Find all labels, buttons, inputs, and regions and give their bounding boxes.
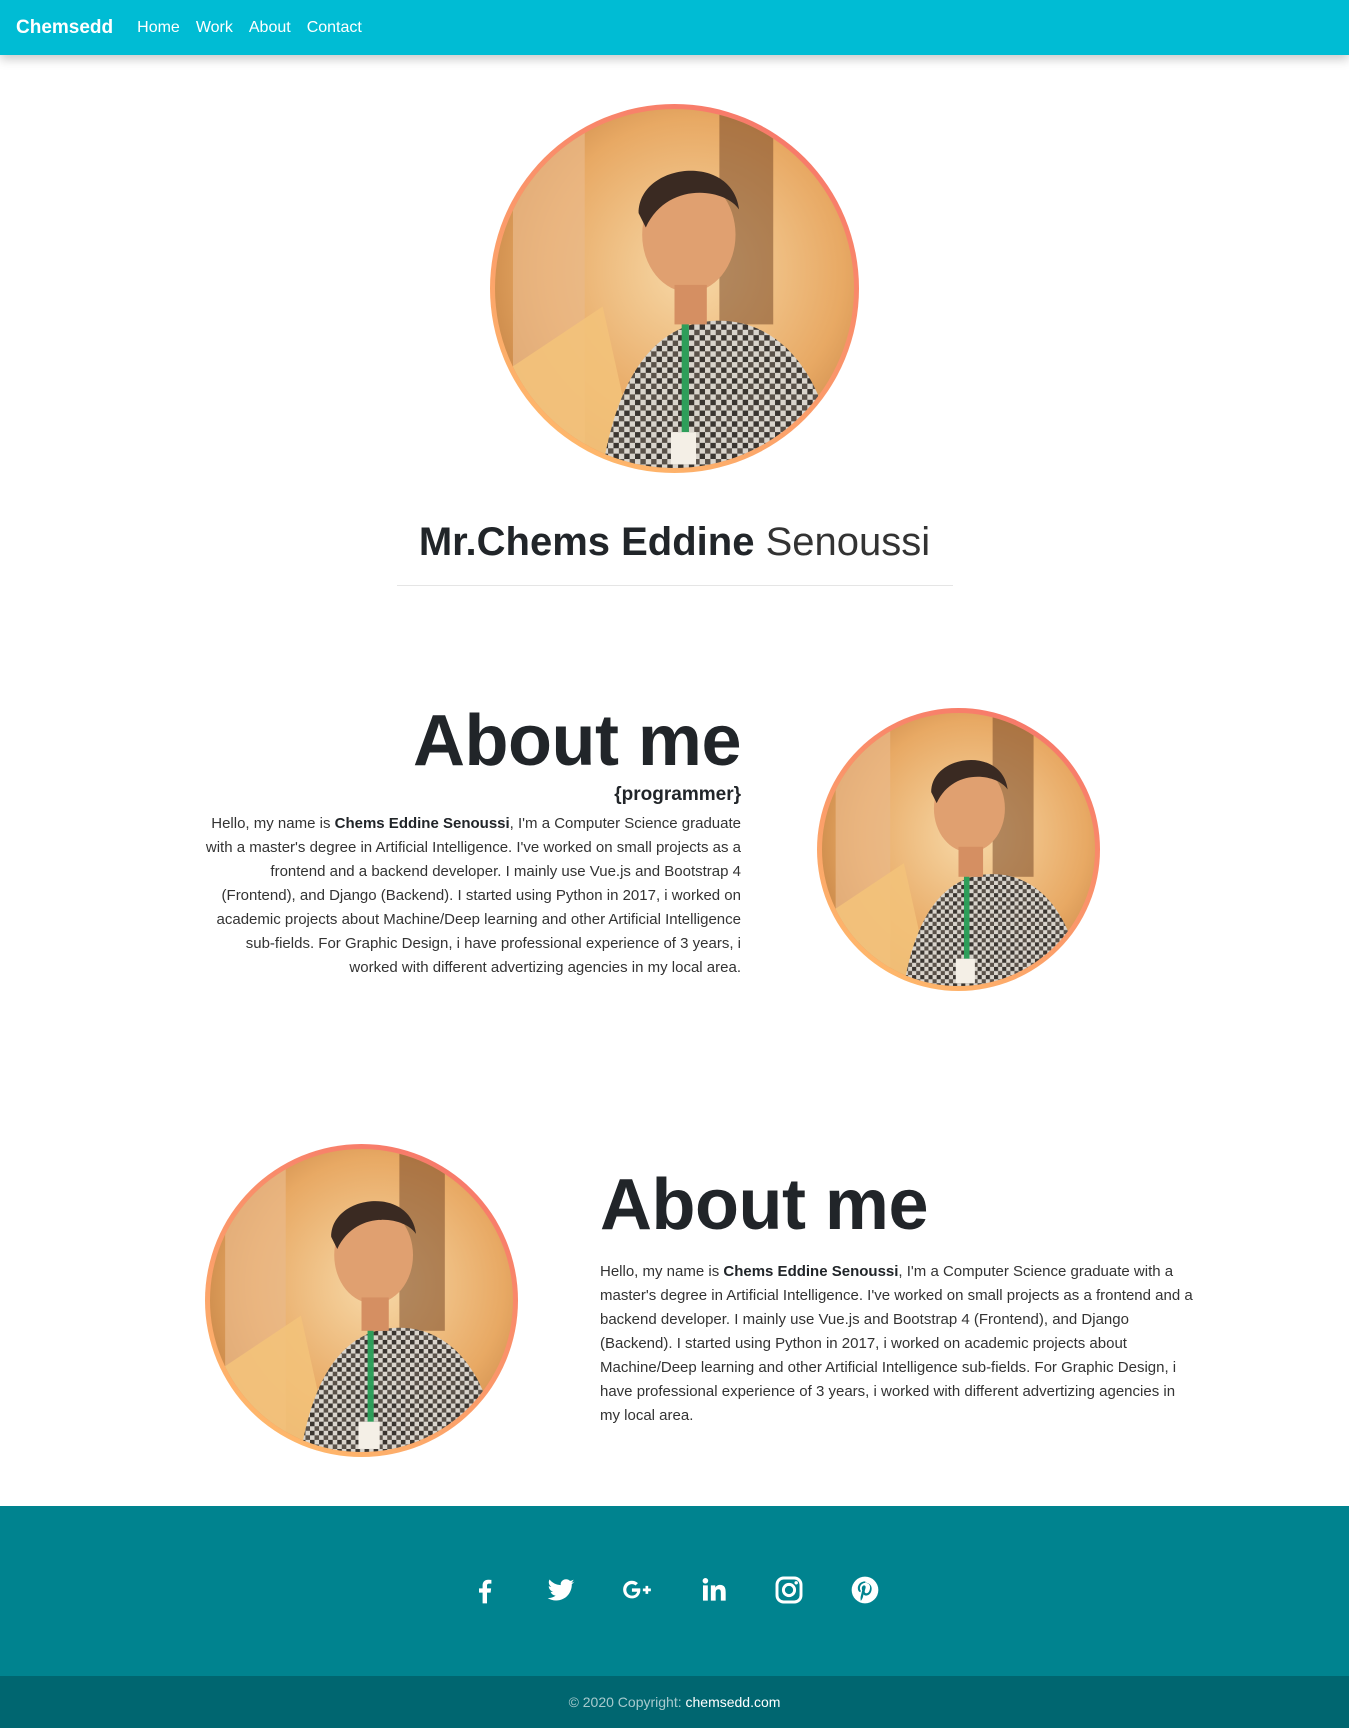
copyright-bar: © 2020 Copyright: chemsedd.com [0, 1676, 1349, 1728]
hero-name: Mr.Chems Eddine Senoussi [0, 520, 1349, 565]
about-title-secondary: About me [600, 1165, 928, 1245]
hero-name-first: Mr.Chems Eddine [418, 520, 755, 564]
nav-link-home[interactable]: Home [137, 19, 180, 37]
hero-divider [397, 585, 953, 586]
copyright-link[interactable]: chemsedd.com [686, 1694, 781, 1710]
nav-link-work[interactable]: Work [196, 19, 233, 37]
about-body-secondary: , I'm a Computer Science graduate with a… [600, 1263, 1193, 1424]
nav-link-contact[interactable]: Contact [307, 19, 362, 37]
about-intro: Hello, my name is [211, 815, 335, 832]
twitter-icon[interactable] [541, 1570, 581, 1610]
hero-avatar-photo [495, 109, 854, 468]
pinterest-icon[interactable] [845, 1570, 885, 1610]
brand-logo[interactable]: Chemsedd [16, 17, 113, 39]
about-subtitle: {programmer} [614, 784, 741, 805]
about-avatar-secondary [205, 1144, 518, 1457]
about-avatar-secondary-photo [210, 1149, 513, 1452]
google-plus-icon[interactable] [617, 1570, 657, 1610]
footer [0, 1506, 1349, 1676]
facebook-icon[interactable] [465, 1570, 505, 1610]
hero-name-last: Senoussi [765, 520, 931, 564]
about-section-primary: About me {programmer} Hello, my name is … [195, 700, 742, 980]
hero-avatar [490, 104, 859, 473]
about-section-secondary: About me Hello, my name is Chems Eddine … [600, 1164, 1195, 1428]
copyright-text: © 2020 Copyright: [568, 1694, 686, 1710]
about-paragraph-secondary: Hello, my name is Chems Eddine Senoussi,… [600, 1260, 1195, 1428]
about-name-secondary: Chems Eddine Senoussi [723, 1263, 899, 1280]
instagram-icon[interactable] [769, 1570, 809, 1610]
about-body: , I'm a Computer Science graduate with a… [205, 815, 741, 976]
navbar: Chemsedd Home Work About Contact [0, 0, 1349, 55]
social-links [0, 1570, 1349, 1610]
linkedin-icon[interactable] [693, 1570, 733, 1610]
about-avatar-primary [817, 708, 1100, 991]
about-paragraph: Hello, my name is Chems Eddine Senoussi,… [195, 812, 741, 980]
about-name: Chems Eddine Senoussi [334, 815, 510, 832]
about-avatar-primary-photo [822, 713, 1095, 986]
about-intro-secondary: Hello, my name is [600, 1263, 724, 1280]
nav-link-about[interactable]: About [249, 19, 291, 37]
about-title: About me [413, 701, 741, 781]
